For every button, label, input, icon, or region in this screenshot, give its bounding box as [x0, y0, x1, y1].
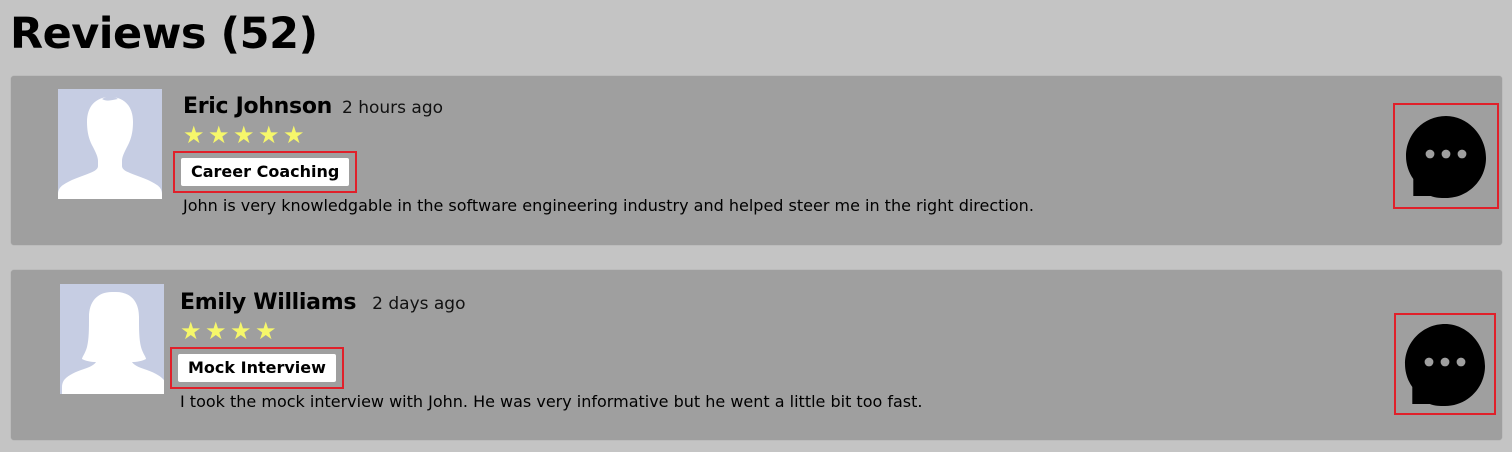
- action-highlight-box: [1394, 313, 1496, 415]
- star-icon: ★: [233, 121, 255, 149]
- service-tag[interactable]: Career Coaching: [181, 158, 350, 186]
- star-rating: ★ ★ ★ ★ ★: [183, 122, 1382, 148]
- chat-bubble-more-icon: [1406, 116, 1486, 198]
- review-timestamp: 2 days ago: [372, 294, 466, 314]
- reviewer-name[interactable]: Eric Johnson: [183, 94, 332, 119]
- chat-more-button[interactable]: [1404, 114, 1488, 198]
- review-card: Eric Johnson 2 hours ago ★ ★ ★ ★ ★ Caree…: [11, 76, 1502, 245]
- star-icon: ★: [283, 121, 305, 149]
- review-text: I took the mock interview with John. He …: [180, 392, 923, 411]
- star-icon: ★: [205, 317, 227, 345]
- star-icon: ★: [180, 317, 202, 345]
- chat-more-button[interactable]: [1403, 322, 1487, 406]
- star-icon: ★: [258, 121, 280, 149]
- page-title: Reviews (52): [10, 9, 318, 59]
- star-icon: ★: [255, 317, 277, 345]
- star-rating: ★ ★ ★ ★: [180, 318, 1382, 344]
- service-tag[interactable]: Mock Interview: [178, 354, 336, 382]
- male-silhouette-icon: [58, 89, 162, 199]
- tag-highlight-box: Mock Interview: [170, 347, 344, 389]
- review-text: John is very knowledgable in the softwar…: [183, 196, 1034, 215]
- action-highlight-box: [1393, 103, 1499, 209]
- review-body: Emily Williams 2 days ago ★ ★ ★ ★ Mock I…: [170, 290, 1382, 411]
- female-silhouette-icon: [60, 284, 164, 394]
- star-icon: ★: [183, 121, 205, 149]
- star-icon: ★: [208, 121, 230, 149]
- avatar: [60, 284, 164, 394]
- review-timestamp: 2 hours ago: [342, 98, 444, 118]
- star-icon: ★: [230, 317, 252, 345]
- chat-bubble-more-icon: [1405, 324, 1485, 406]
- reviewer-name[interactable]: Emily Williams: [180, 290, 356, 315]
- avatar: [58, 89, 162, 199]
- review-body: Eric Johnson 2 hours ago ★ ★ ★ ★ ★ Caree…: [173, 94, 1382, 215]
- review-card: Emily Williams 2 days ago ★ ★ ★ ★ Mock I…: [11, 270, 1502, 440]
- tag-highlight-box: Career Coaching: [173, 151, 358, 193]
